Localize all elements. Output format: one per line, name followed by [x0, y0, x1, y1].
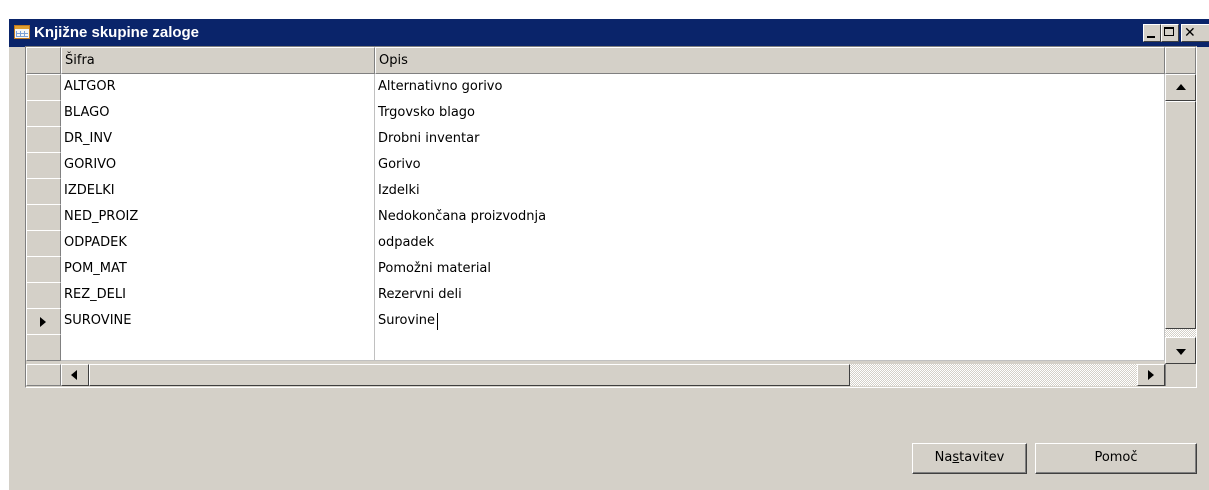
cell-code-text: SUROVINE — [64, 313, 132, 328]
arrow-up-icon — [1176, 84, 1186, 90]
minimize-button[interactable] — [1143, 24, 1161, 42]
column-header-code-label: Šifra — [65, 53, 95, 68]
row-selector-footer — [26, 364, 61, 386]
cell-code[interactable]: GORIVO — [61, 152, 375, 179]
maximize-button[interactable] — [1161, 24, 1179, 42]
help-button-label: Pomoč — [1094, 450, 1138, 465]
row-selector[interactable] — [26, 100, 61, 127]
text-cursor — [437, 313, 438, 330]
cell-description-text: Alternativno gorivo — [378, 79, 503, 94]
cell-description[interactable]: Trgovsko blago — [375, 100, 1165, 127]
setup-button[interactable]: Nastavitev — [912, 443, 1027, 474]
row-selector[interactable] — [26, 334, 61, 361]
cell-code-text: POM_MAT — [64, 261, 127, 276]
close-button[interactable]: ✕ — [1181, 24, 1209, 42]
window-title: Knjižne skupine zaloge — [34, 24, 200, 41]
cell-description-text: Surovine — [378, 313, 436, 328]
cell-code[interactable]: DR_INV — [61, 126, 375, 153]
cell-description[interactable]: Gorivo — [375, 152, 1165, 179]
cell-code[interactable]: BLAGO — [61, 100, 375, 127]
row-selector[interactable] — [26, 74, 61, 101]
cell-description-text: Trgovsko blago — [378, 105, 476, 120]
cell-description-text: Drobni inventar — [378, 131, 480, 146]
row-selector[interactable] — [26, 204, 61, 231]
setup-button-label-start: Na — [934, 450, 953, 465]
cell-description-text: Izdelki — [378, 183, 420, 198]
cell-description[interactable]: Pomožni material — [375, 256, 1165, 283]
cell-code[interactable]: SUROVINE — [61, 308, 375, 335]
cell-description[interactable]: Surovine — [375, 308, 1165, 335]
cell-code-text: ALTGOR — [64, 79, 116, 94]
cell-code-text: NED_PROIZ — [64, 209, 139, 224]
arrow-right-icon — [1148, 370, 1154, 380]
cell-code[interactable]: ALTGOR — [61, 74, 375, 101]
setup-button-label-end: tavitev — [959, 450, 1005, 465]
column-header-description[interactable]: Opis — [375, 47, 1165, 74]
cell-code[interactable]: REZ_DELI — [61, 282, 375, 309]
help-button[interactable]: Pomoč — [1035, 443, 1197, 474]
row-selector[interactable] — [26, 178, 61, 205]
row-selector[interactable] — [26, 308, 61, 335]
cell-description-text: Rezervni deli — [378, 287, 462, 302]
cell-description[interactable] — [375, 334, 1165, 361]
cell-code-text: GORIVO — [64, 157, 117, 172]
title-bar[interactable]: Knjižne skupine zaloge ✕ — [9, 19, 1209, 47]
column-header-code[interactable]: Šifra — [61, 47, 375, 74]
cell-code-text: BLAGO — [64, 105, 110, 120]
minimize-icon — [1147, 36, 1155, 38]
scroll-down-button[interactable] — [1165, 337, 1196, 364]
cell-description-text: Nedokončana proizvodnja — [378, 209, 547, 224]
cell-description[interactable]: Alternativno gorivo — [375, 74, 1165, 101]
header-corner — [1165, 47, 1196, 74]
cell-code[interactable]: ODPADEK — [61, 230, 375, 257]
table-icon — [14, 25, 30, 39]
row-selector[interactable] — [26, 126, 61, 153]
cell-description-text: Gorivo — [378, 157, 421, 172]
scroll-left-button[interactable] — [61, 364, 89, 386]
scroll-right-button[interactable] — [1137, 364, 1165, 386]
vertical-scroll-thumb[interactable] — [1165, 101, 1196, 329]
vertical-scrollbar[interactable] — [1165, 74, 1196, 364]
cell-description[interactable]: Rezervni deli — [375, 282, 1165, 309]
arrow-down-icon — [1176, 349, 1186, 355]
horizontal-scrollbar[interactable] — [61, 364, 1165, 386]
row-selector[interactable] — [26, 282, 61, 309]
select-all-header[interactable] — [26, 47, 61, 74]
cell-description[interactable]: Nedokončana proizvodnja — [375, 204, 1165, 231]
cell-description-text: Pomožni material — [378, 261, 492, 276]
cell-code-text: DR_INV — [64, 131, 112, 146]
horizontal-scroll-thumb[interactable] — [89, 364, 850, 386]
row-selector[interactable] — [26, 230, 61, 257]
row-selector[interactable] — [26, 152, 61, 179]
row-selector[interactable] — [26, 256, 61, 283]
cell-description-text: odpadek — [378, 235, 435, 250]
current-row-indicator-icon — [40, 317, 46, 327]
cell-code-text: IZDELKI — [64, 183, 115, 198]
data-grid: Šifra Opis ALTGOR Alternativno gorivo BLAG… — [25, 46, 1197, 388]
cell-description[interactable]: Izdelki — [375, 178, 1165, 205]
cell-code[interactable] — [61, 334, 375, 361]
cell-code-text: ODPADEK — [64, 235, 127, 250]
scroll-up-button[interactable] — [1165, 74, 1196, 101]
close-icon: ✕ — [1184, 25, 1196, 41]
scrollbar-corner — [1165, 364, 1196, 386]
arrow-left-icon — [71, 370, 77, 380]
cell-description[interactable]: Drobni inventar — [375, 126, 1165, 153]
maximize-icon — [1164, 27, 1174, 36]
cell-description[interactable]: odpadek — [375, 230, 1165, 257]
column-header-description-label: Opis — [379, 53, 408, 68]
cell-code-text: REZ_DELI — [64, 287, 126, 302]
cell-code[interactable]: POM_MAT — [61, 256, 375, 283]
cell-code[interactable]: NED_PROIZ — [61, 204, 375, 231]
cell-code[interactable]: IZDELKI — [61, 178, 375, 205]
